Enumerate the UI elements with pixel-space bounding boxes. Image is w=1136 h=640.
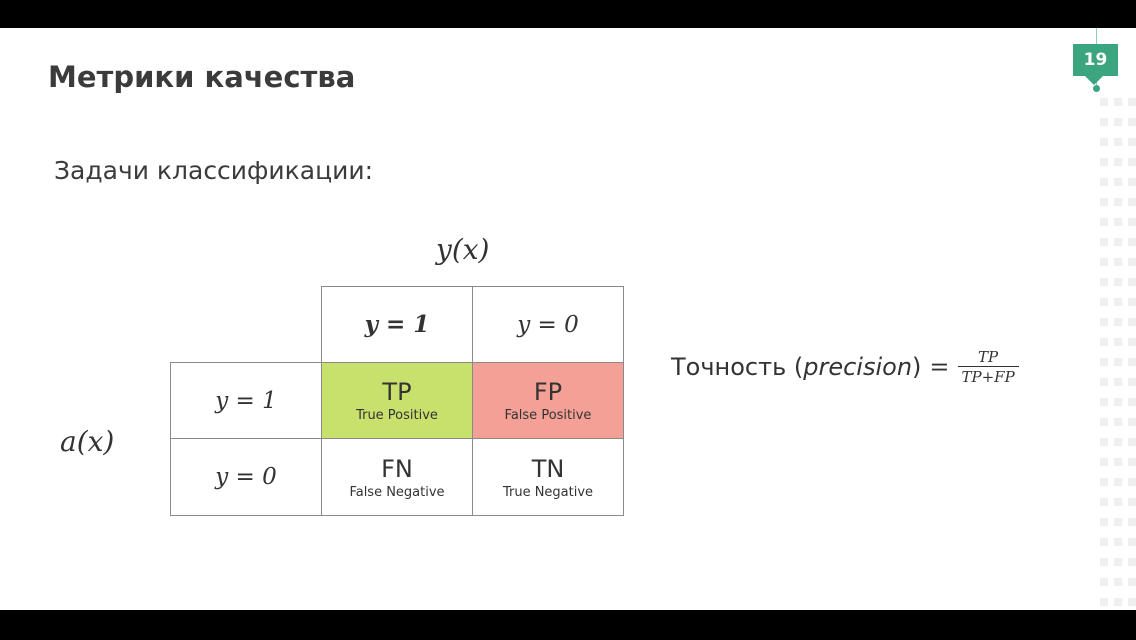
accent-dot xyxy=(1093,85,1100,92)
formula-paren-open: ( xyxy=(793,353,804,381)
cell-tp-full: True Positive xyxy=(356,408,438,423)
formula-fraction: TP TP+FP xyxy=(957,348,1019,386)
cell-fp-full: False Positive xyxy=(504,408,592,423)
column-axis-label: y(x) xyxy=(436,233,490,266)
slide: Метрики качества Задачи классификации: y… xyxy=(0,28,1136,610)
slide-title: Метрики качества xyxy=(48,60,356,94)
formula-label: Точность xyxy=(671,353,787,381)
matrix-col-header-0: y = 0 xyxy=(472,286,624,363)
formula-paren-close: ) xyxy=(912,353,922,381)
row-header-1-text: y = 1 xyxy=(215,387,277,414)
page-number: 19 xyxy=(1083,50,1108,70)
matrix-col-header-1: y = 1 xyxy=(321,286,473,363)
cell-fp-abbr: FP xyxy=(533,378,563,406)
cell-tp-abbr: TP xyxy=(382,378,412,406)
matrix-row-header-1: y = 1 xyxy=(170,362,322,439)
cell-tn-full: True Negative xyxy=(502,484,594,500)
matrix-cell-fp: FP False Positive xyxy=(472,362,624,439)
matrix-cell-tn: TN True Negative xyxy=(472,438,624,516)
formula-equals: = xyxy=(929,353,950,381)
row-header-0-text: y = 0 xyxy=(215,464,277,490)
slide-subtitle: Задачи классификации: xyxy=(54,156,374,185)
matrix-cell-tp: TP True Positive xyxy=(321,362,473,439)
cell-fn-abbr: FN xyxy=(381,454,413,483)
decorative-dot-pattern xyxy=(1100,98,1136,610)
col-header-0-text: y = 0 xyxy=(517,311,579,338)
formula-term: precision xyxy=(803,353,913,381)
formula-numerator: TP xyxy=(978,348,999,366)
letterbox-bottom xyxy=(0,610,1136,640)
col-header-1-text: y = 1 xyxy=(364,311,430,338)
matrix-row-header-0: y = 0 xyxy=(170,438,322,516)
precision-formula: Точность (precision) = TP TP+FP xyxy=(671,342,1019,392)
cell-fn-full: False Negative xyxy=(349,484,445,500)
letterbox-top xyxy=(0,0,1136,28)
formula-denominator: TP+FP xyxy=(957,366,1019,386)
cell-tn-abbr: TN xyxy=(531,454,565,483)
row-axis-label: a(x) xyxy=(60,425,115,458)
matrix-cell-fn: FN False Negative xyxy=(321,438,473,516)
page-number-badge: 19 xyxy=(1073,44,1118,85)
